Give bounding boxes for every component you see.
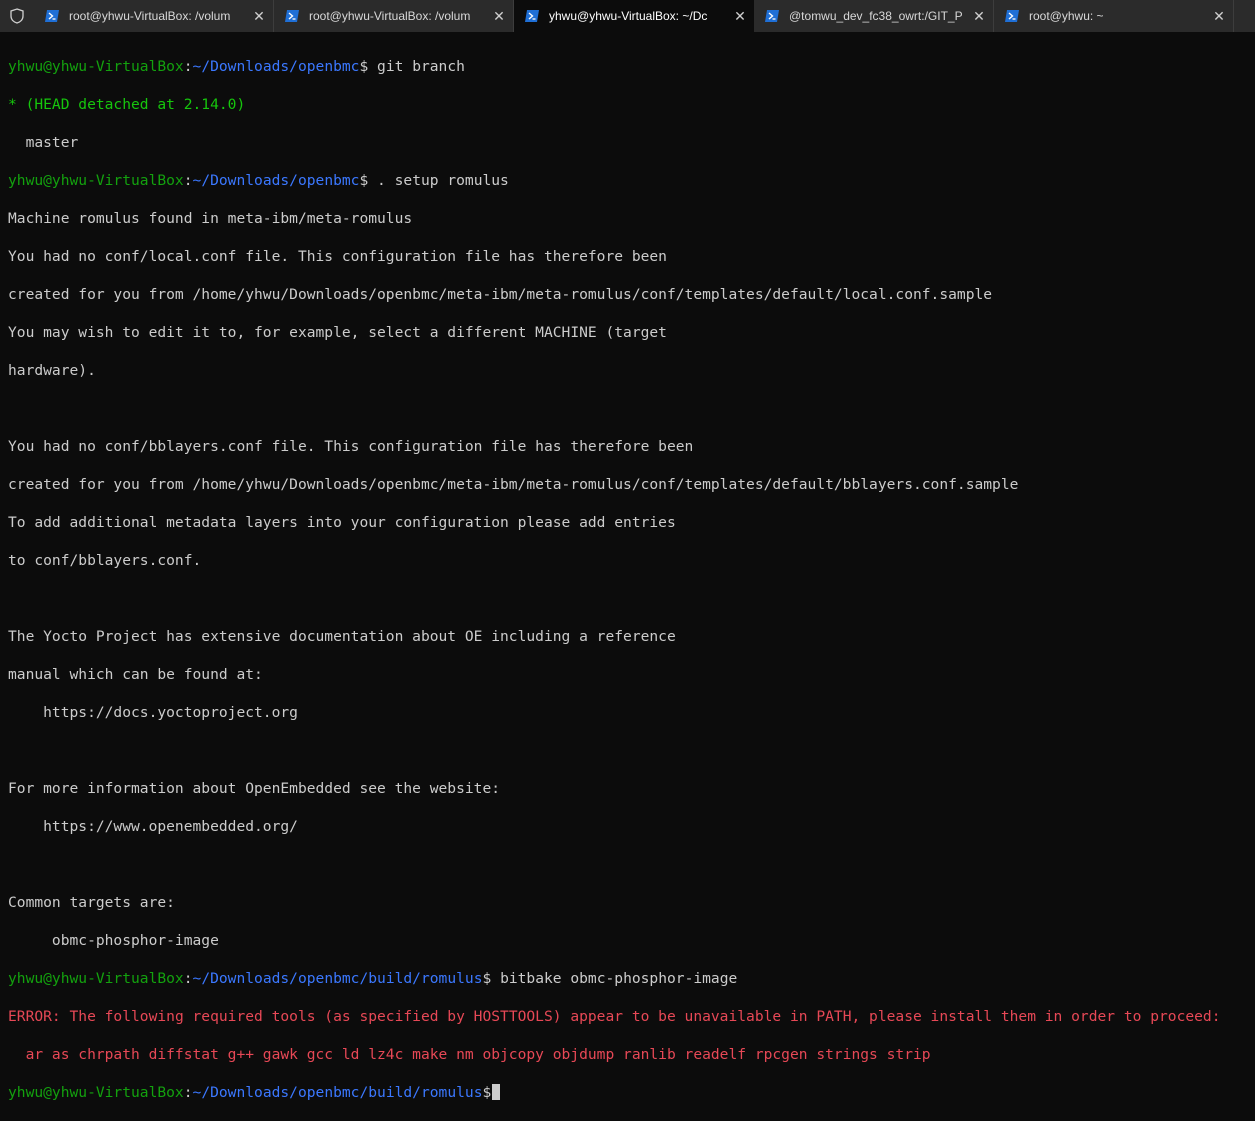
- error-tools-line: ar as chrpath diffstat g++ gawk gcc ld l…: [8, 1046, 931, 1063]
- prompt-path: ~/Downloads/openbmc: [192, 58, 360, 75]
- tab-bar: root@yhwu-VirtualBox: /volum ✕ root@yhwu…: [0, 0, 1255, 32]
- output-line: created for you from /home/yhwu/Download…: [8, 476, 1019, 493]
- powershell-icon: [285, 10, 299, 22]
- output-line: You had no conf/local.conf file. This co…: [8, 248, 667, 265]
- output-line: master: [8, 134, 79, 151]
- prompt-separator: :: [183, 1084, 193, 1101]
- powershell-icon: [765, 10, 779, 22]
- output-line: You had no conf/bblayers.conf file. This…: [8, 438, 694, 455]
- error-line: ERROR: The following required tools (as …: [8, 1007, 1255, 1026]
- prompt-user: yhwu@yhwu-VirtualBox: [8, 1084, 184, 1101]
- close-icon[interactable]: ✕: [485, 8, 513, 25]
- prompt-separator: :: [183, 58, 193, 75]
- output-line: Machine romulus found in meta-ibm/meta-r…: [8, 210, 413, 227]
- command-text: bitbake obmc-phosphor-image: [491, 970, 738, 987]
- output-line: The Yocto Project has extensive document…: [8, 628, 676, 645]
- output-line: https://www.openembedded.org/: [8, 818, 298, 835]
- close-icon[interactable]: ✕: [1205, 8, 1233, 25]
- output-line: To add additional metadata layers into y…: [8, 514, 676, 531]
- error-message: The following required tools (as specifi…: [60, 1008, 1221, 1025]
- tab-label: root@yhwu: ~: [1029, 9, 1104, 23]
- prompt-user: yhwu@yhwu-VirtualBox: [8, 58, 184, 75]
- output-line: For more information about OpenEmbedded …: [8, 780, 501, 797]
- tab-2[interactable]: root@yhwu-VirtualBox: /volum ✕: [274, 0, 514, 32]
- shield-icon: [0, 0, 34, 32]
- prompt-separator: :: [183, 970, 193, 987]
- prompt-path: ~/Downloads/openbmc/build/romulus: [192, 970, 483, 987]
- prompt-line: yhwu@yhwu-VirtualBox:~/Downloads/openbmc…: [8, 171, 1255, 190]
- close-icon[interactable]: ✕: [245, 8, 273, 25]
- tab-4[interactable]: @tomwu_dev_fc38_owrt:/GIT_P ✕: [754, 0, 994, 32]
- output-line: Common targets are:: [8, 894, 175, 911]
- tab-3-active[interactable]: yhwu@yhwu-VirtualBox: ~/Dc ✕: [514, 0, 754, 32]
- prompt-path: ~/Downloads/openbmc/build/romulus: [192, 1084, 483, 1101]
- output-line: https://docs.yoctoproject.org: [8, 704, 298, 721]
- tab-1[interactable]: root@yhwu-VirtualBox: /volum ✕: [34, 0, 274, 32]
- powershell-icon: [1005, 10, 1019, 22]
- output-line: * (HEAD detached at 2.14.0): [8, 96, 246, 113]
- prompt-dollar: $: [359, 58, 369, 75]
- tab-label: root@yhwu-VirtualBox: /volum: [69, 9, 231, 23]
- command-text: . setup romulus: [368, 172, 509, 189]
- output-line: manual which can be found at:: [8, 666, 263, 683]
- powershell-icon: [525, 10, 539, 22]
- error-prefix: ERROR:: [8, 1008, 61, 1025]
- prompt-dollar: $: [359, 172, 369, 189]
- terminal-output[interactable]: yhwu@yhwu-VirtualBox:~/Downloads/openbmc…: [0, 32, 1255, 1121]
- prompt-dollar: $: [482, 970, 492, 987]
- prompt-separator: :: [183, 172, 193, 189]
- output-line: You may wish to edit it to, for example,…: [8, 324, 667, 341]
- tab-label: yhwu@yhwu-VirtualBox: ~/Dc: [549, 9, 708, 23]
- output-line: created for you from /home/yhwu/Download…: [8, 286, 993, 303]
- output-line: hardware).: [8, 362, 96, 379]
- tab-label: root@yhwu-VirtualBox: /volum: [309, 9, 471, 23]
- command-text: git branch: [368, 58, 465, 75]
- powershell-icon: [45, 10, 59, 22]
- prompt-user: yhwu@yhwu-VirtualBox: [8, 172, 184, 189]
- close-icon[interactable]: ✕: [726, 8, 754, 25]
- tab-5[interactable]: root@yhwu: ~ ✕: [994, 0, 1234, 32]
- prompt-path: ~/Downloads/openbmc: [192, 172, 360, 189]
- text-cursor: [492, 1084, 501, 1100]
- output-line: obmc-phosphor-image: [8, 932, 219, 949]
- prompt-line: yhwu@yhwu-VirtualBox:~/Downloads/openbmc…: [8, 969, 1255, 988]
- tab-label: @tomwu_dev_fc38_owrt:/GIT_P: [789, 9, 963, 23]
- prompt-dollar: $: [482, 1084, 492, 1101]
- prompt-line: yhwu@yhwu-VirtualBox:~/Downloads/openbmc…: [8, 57, 1255, 76]
- prompt-user: yhwu@yhwu-VirtualBox: [8, 970, 184, 987]
- close-icon[interactable]: ✕: [965, 8, 993, 25]
- prompt-line: yhwu@yhwu-VirtualBox:~/Downloads/openbmc…: [8, 1083, 1255, 1102]
- output-line: to conf/bblayers.conf.: [8, 552, 202, 569]
